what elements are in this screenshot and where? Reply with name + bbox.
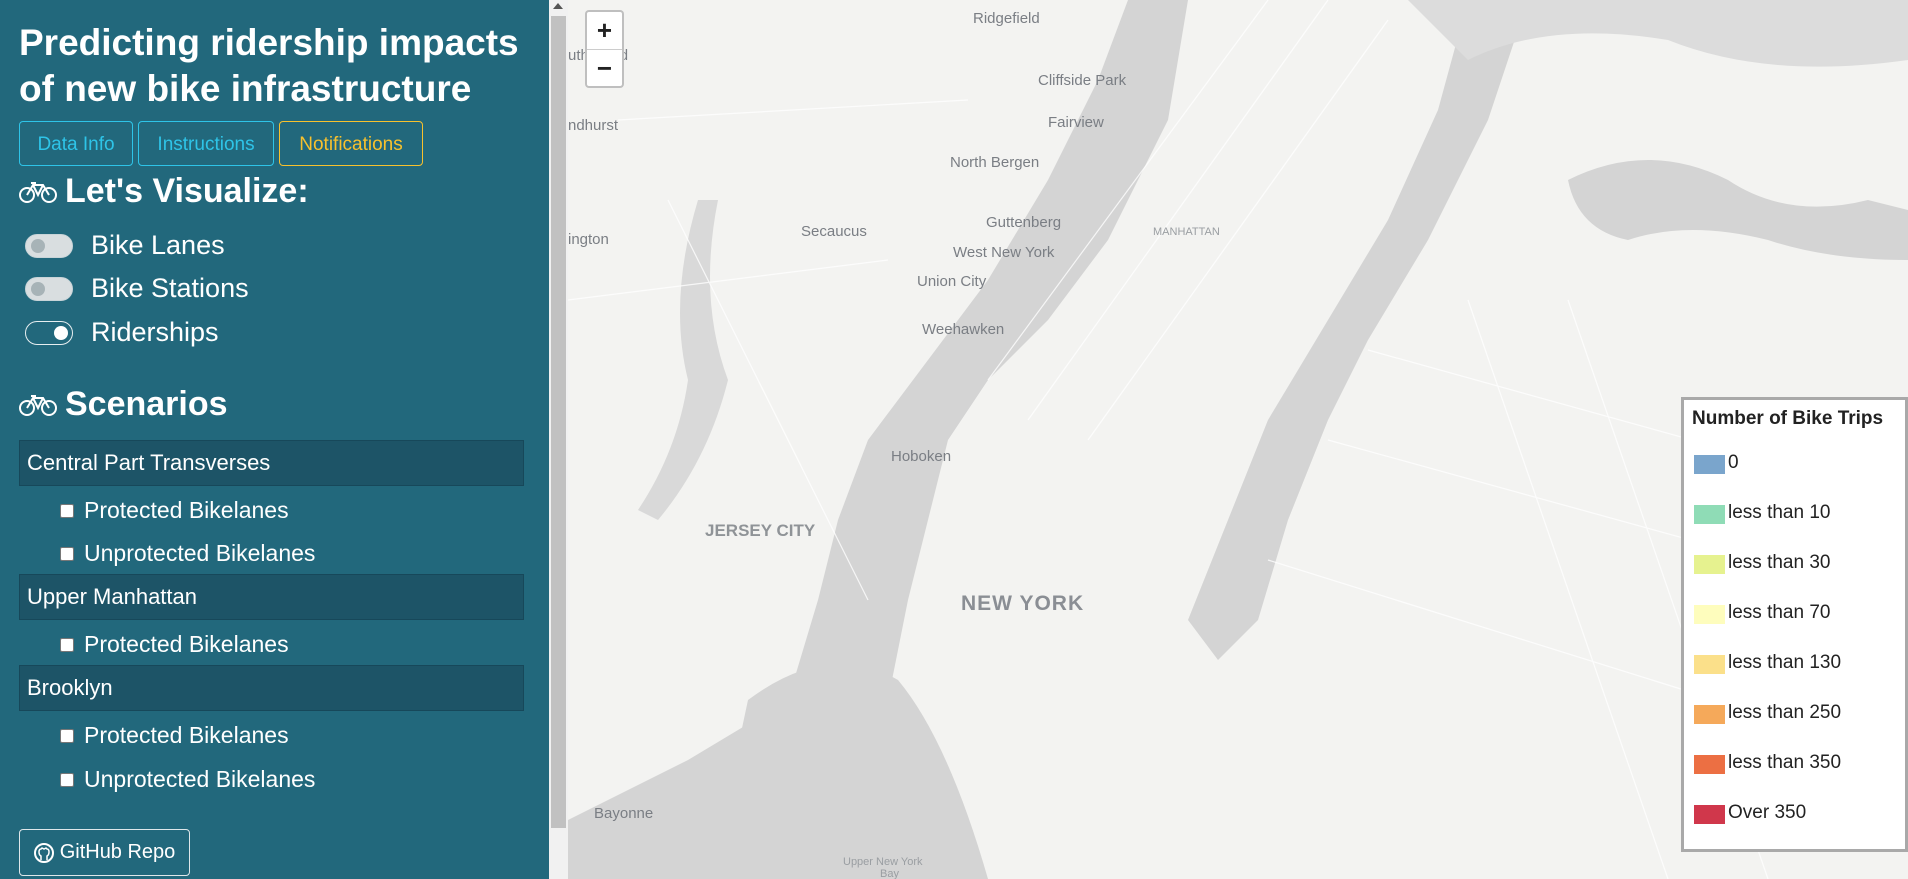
scenario-brooklyn[interactable]: Brooklyn: [19, 665, 524, 711]
scenario-central-park[interactable]: Central Part Transverses: [19, 440, 524, 486]
checkbox[interactable]: [60, 728, 74, 743]
option-label: Unprotected Bikelanes: [84, 540, 316, 566]
option-brooklyn-unprotected[interactable]: Unprotected Bikelanes: [60, 766, 315, 793]
bicycle-icon: [19, 181, 57, 203]
legend-item: Over 350: [1694, 802, 1806, 824]
page-title: Predicting ridership impacts of new bike…: [19, 20, 519, 112]
place-guttenberg: Guttenberg: [986, 214, 1062, 231]
zoom-out-button[interactable]: −: [587, 50, 622, 87]
title-line-2: of new bike infrastructure: [19, 68, 472, 109]
legend-swatch: [1694, 555, 1725, 574]
notifications-button[interactable]: Notifications: [279, 121, 423, 166]
legend-label: less than 10: [1728, 502, 1831, 523]
option-label: Protected Bikelanes: [84, 497, 289, 523]
legend-item: 0: [1694, 452, 1739, 474]
legend-item: less than 70: [1694, 602, 1830, 624]
place-upper-ny-bay: Upper New York: [843, 856, 923, 868]
instructions-button[interactable]: Instructions: [138, 121, 274, 166]
legend-label: less than 130: [1728, 652, 1842, 673]
option-central-unprotected[interactable]: Unprotected Bikelanes: [60, 540, 315, 567]
legend-swatch: [1694, 655, 1725, 674]
place-new-york: NEW YORK: [961, 592, 1085, 615]
bicycle-icon: [19, 394, 57, 416]
place-union-city: Union City: [917, 273, 987, 290]
legend-swatch: [1694, 805, 1725, 824]
scenarios-heading-text: Scenarios: [65, 385, 228, 423]
title-line-1: Predicting ridership impacts: [19, 22, 519, 63]
legend-label: less than 30: [1728, 552, 1831, 573]
bike-lanes-switch[interactable]: [25, 233, 73, 258]
toggle-label: Bike Lanes: [91, 230, 225, 260]
place-ridgefield: Ridgefield: [973, 10, 1040, 27]
bike-stations-switch[interactable]: [25, 276, 73, 301]
option-label: Protected Bikelanes: [84, 631, 289, 657]
legend-swatch: [1694, 505, 1725, 524]
toggle-bike-lanes[interactable]: Bike Lanes: [25, 230, 225, 261]
place-fairview: Fairview: [1048, 114, 1104, 131]
scenario-upper-manhattan[interactable]: Upper Manhattan: [19, 574, 524, 620]
option-upper-protected[interactable]: Protected Bikelanes: [60, 631, 289, 658]
riderships-switch[interactable]: [25, 320, 73, 345]
option-central-protected[interactable]: Protected Bikelanes: [60, 497, 289, 524]
scrollbar-thumb[interactable]: [551, 16, 566, 828]
place-north-bergen: North Bergen: [950, 154, 1040, 171]
place-kingston: ington: [568, 231, 609, 248]
legend-swatch: [1694, 705, 1725, 724]
checkbox[interactable]: [60, 772, 74, 787]
legend-label: Over 350: [1728, 802, 1807, 823]
place-secaucus: Secaucus: [801, 223, 867, 240]
place-bayonne: Bayonne: [594, 805, 654, 822]
data-info-button[interactable]: Data Info: [19, 121, 133, 166]
scenarios-heading: Scenarios: [19, 385, 228, 424]
toggle-riderships[interactable]: Riderships: [25, 317, 219, 348]
legend-label: less than 250: [1728, 702, 1842, 723]
legend-swatch: [1694, 755, 1725, 774]
place-cliffside-park: Cliffside Park: [1038, 72, 1127, 89]
place-hoboken: Hoboken: [891, 448, 952, 465]
place-west-new-york: West New York: [953, 244, 1055, 261]
legend-swatch: [1694, 605, 1725, 624]
legend-item: less than 10: [1694, 502, 1830, 524]
option-brooklyn-protected[interactable]: Protected Bikelanes: [60, 722, 289, 749]
legend-title: Number of Bike Trips: [1692, 408, 1884, 429]
zoom-in-button[interactable]: +: [587, 12, 622, 50]
legend-swatch: [1694, 455, 1725, 474]
legend-item: less than 250: [1694, 702, 1841, 724]
toggle-bike-stations[interactable]: Bike Stations: [25, 273, 249, 304]
legend-item: less than 350: [1694, 752, 1841, 774]
github-repo-button[interactable]: GitHub Repo: [19, 829, 190, 876]
place-upper-ny-bay-2: Bay: [880, 868, 899, 879]
checkbox[interactable]: [60, 546, 74, 561]
place-lyndhurst: ndhurst: [568, 117, 619, 134]
legend-item: less than 30: [1694, 552, 1830, 574]
zoom-control: + −: [585, 10, 624, 88]
toggle-label: Bike Stations: [91, 273, 249, 303]
legend-item: less than 130: [1694, 652, 1841, 674]
checkbox[interactable]: [60, 637, 74, 652]
place-manhattan: MANHATTAN: [1153, 226, 1220, 238]
option-label: Unprotected Bikelanes: [84, 766, 316, 792]
legend-label: less than 350: [1728, 752, 1842, 773]
toggle-label: Riderships: [91, 317, 219, 347]
scroll-up-arrow-icon[interactable]: [553, 3, 563, 9]
sidebar: Predicting ridership impacts of new bike…: [0, 0, 549, 879]
legend-label: less than 70: [1728, 602, 1831, 623]
option-label: Protected Bikelanes: [84, 722, 289, 748]
legend-label: 0: [1728, 452, 1739, 473]
place-weehawken: Weehawken: [922, 321, 1005, 338]
visualize-heading: Let's Visualize:: [19, 172, 309, 211]
github-label: GitHub Repo: [59, 841, 176, 863]
place-jersey-city: JERSEY CITY: [705, 521, 816, 540]
checkbox[interactable]: [60, 503, 74, 518]
map-legend: Number of Bike Trips 0 less than 10 less…: [1681, 397, 1908, 852]
visualize-heading-text: Let's Visualize:: [65, 172, 309, 210]
github-icon: [33, 842, 54, 863]
